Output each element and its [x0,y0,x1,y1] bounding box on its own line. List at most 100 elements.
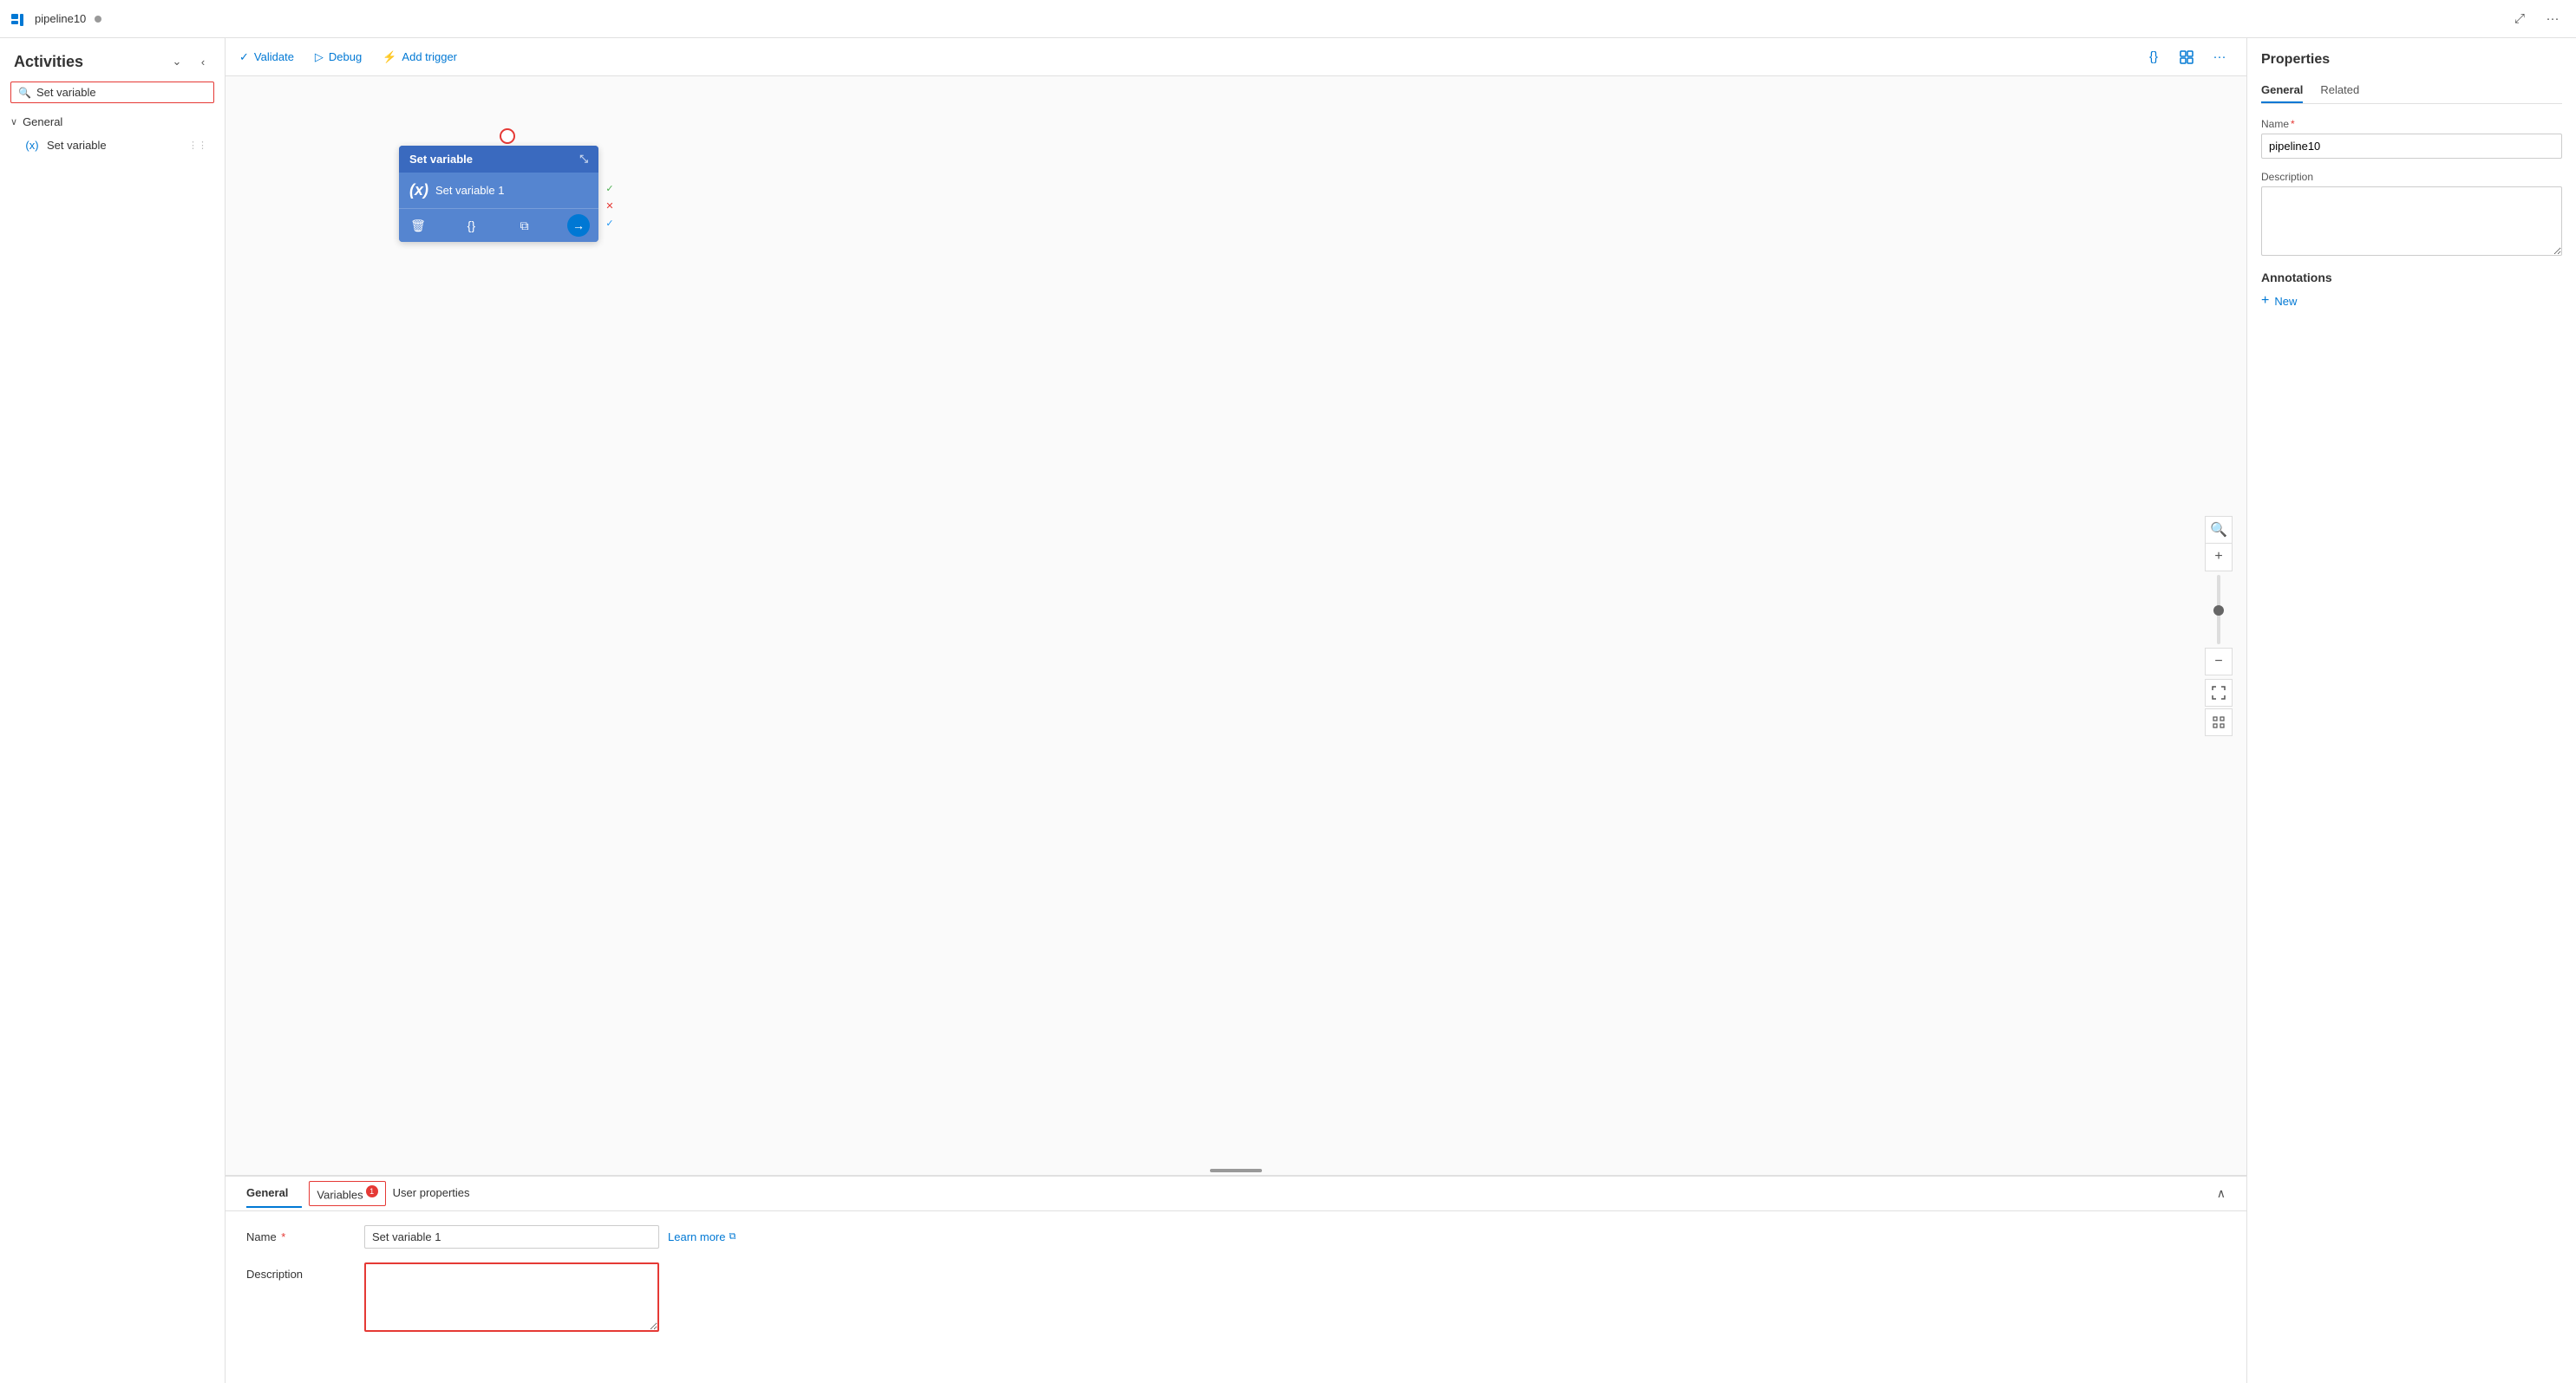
sidebar-header: Activities ⌄ ‹ [0,38,225,78]
node-body-label: Set variable 1 [435,184,505,197]
pipeline-name: pipeline10 [35,12,86,25]
more-toolbar-button[interactable]: ··· [2207,44,2233,70]
node-code-button[interactable]: {} [461,215,481,236]
debug-label: Debug [329,50,362,63]
sidebar-close-icon[interactable]: ‹ [192,50,214,73]
node-fail-icon[interactable]: ✕ [602,198,618,213]
bottom-content: Name * Learn more ⧉ Description [226,1211,2246,1346]
props-name-label: Name * [2261,118,2562,130]
sidebar-title: Activities [14,53,83,71]
grid-icon [2213,716,2225,728]
node-footer: 🗑 {} ⧉ → [399,208,598,242]
list-item[interactable]: (x) Set variable ⋮⋮ [3,134,221,157]
search-canvas-button[interactable]: 🔍 [2205,516,2233,544]
fit-icon [2212,686,2226,700]
zoom-in-button[interactable]: + [2205,544,2233,571]
tab-general-label: General [246,1186,288,1199]
logo-icon [10,10,29,29]
props-name-required: * [2291,118,2295,130]
canvas-controls: 🔍 + − [2205,516,2233,736]
sidebar: Activities ⌄ ‹ 🔍 ∨ General (x) Set varia… [0,38,226,1383]
collapse-icon[interactable]: ⌄ [166,50,188,73]
description-form-row: Description [246,1262,2226,1332]
expand-button[interactable]: ⤢ [2507,6,2533,32]
props-description-field: Description [2261,171,2562,258]
description-label-text: Description [246,1268,303,1281]
json-button[interactable]: {} [2141,44,2167,70]
drag-handle-icon: ⋮⋮ [188,140,207,151]
node-arrow-button[interactable]: → [567,214,590,237]
description-textarea[interactable] [364,1262,659,1332]
props-tab-related-label: Related [2320,83,2359,96]
props-annotations-title: Annotations [2261,271,2562,284]
tab-variables[interactable]: Variables1 [309,1181,385,1205]
props-name-input[interactable] [2261,134,2562,159]
canvas[interactable]: Set variable ⤡ (x) Set variable 1 🗑 {} ⧉… [226,76,2246,1175]
learn-more-label: Learn more [668,1230,725,1243]
main-layout: Activities ⌄ ‹ 🔍 ∨ General (x) Set varia… [0,38,2576,1383]
sidebar-header-icons: ⌄ ‹ [166,50,214,73]
props-name-label-text: Name [2261,118,2289,130]
node-resize-icon: ⤡ [579,153,588,166]
toolbar-right-icons: {} ··· [2141,44,2233,70]
add-annotation-label: New [2274,295,2297,308]
canvas-area: ✓ Validate ▷ Debug ⚡ Add trigger {} [226,38,2246,1383]
validate-button[interactable]: ✓ Validate [239,50,294,64]
name-input[interactable] [364,1225,659,1249]
node-body: (x) Set variable 1 [399,173,598,208]
name-form-row: Name * Learn more ⧉ [246,1225,2226,1249]
props-description-label-text: Description [2261,171,2313,183]
trigger-icon: ⚡ [382,50,396,64]
canvas-resize-handle[interactable] [1210,1169,1262,1172]
node-skip-icon[interactable]: ✓ [602,215,618,231]
props-tab-related[interactable]: Related [2320,78,2359,103]
set-variable-label: Set variable [47,139,107,152]
debug-icon: ▷ [315,50,324,64]
activity-node[interactable]: Set variable ⤡ (x) Set variable 1 🗑 {} ⧉… [399,146,598,242]
description-form-label: Description [246,1262,350,1281]
props-tab-general[interactable]: General [2261,78,2303,103]
search-input[interactable] [36,86,206,99]
logo-area: pipeline10 [10,10,101,29]
props-description-textarea[interactable] [2261,186,2562,256]
variables-badge: 1 [366,1185,378,1197]
add-trigger-button[interactable]: ⚡ Add trigger [382,50,457,64]
node-header-label: Set variable [409,153,473,166]
tab-general[interactable]: General [246,1179,302,1208]
props-tab-general-label: General [2261,83,2303,96]
layout-icon [2180,50,2194,64]
learn-more-link[interactable]: Learn more ⧉ [668,1230,736,1243]
add-annotation-button[interactable]: + New [2261,293,2562,309]
node-copy-button[interactable]: ⧉ [514,215,535,236]
layout-button[interactable] [2174,44,2200,70]
grid-button[interactable] [2205,708,2233,736]
description-input-area [364,1262,2226,1332]
external-link-icon: ⧉ [729,1231,736,1243]
name-required-star: * [278,1230,286,1243]
collapse-panel-button[interactable]: ∧ [2217,1186,2226,1201]
props-description-label: Description [2261,171,2562,183]
name-input-area: Learn more ⧉ [364,1225,2226,1249]
properties-title: Properties [2261,52,2562,68]
node-actions: ✓ ✕ ✓ [602,180,618,231]
chevron-down-icon: ∨ [10,116,17,127]
connector-circle [500,128,515,144]
node-delete-button[interactable]: 🗑 [408,215,428,236]
tab-user-properties[interactable]: User properties [393,1179,484,1208]
validate-icon: ✓ [239,50,249,64]
search-icon: 🔍 [18,87,31,99]
zoom-slider-thumb[interactable] [2213,605,2224,616]
top-bar: pipeline10 ⤢ ··· [0,0,2576,38]
more-options-button[interactable]: ··· [2540,6,2566,32]
properties-panel: Properties General Related Name * Descri… [2246,38,2576,1383]
debug-button[interactable]: ▷ Debug [315,50,362,64]
zoom-out-button[interactable]: − [2205,648,2233,675]
properties-tabs: General Related [2261,78,2562,104]
search-box: 🔍 [10,82,214,103]
node-success-icon[interactable]: ✓ [602,180,618,196]
section-general[interactable]: ∨ General [0,110,225,134]
node-var-icon: (x) [409,181,428,199]
validate-label: Validate [254,50,294,63]
plus-icon: + [2261,293,2269,309]
fit-canvas-button[interactable] [2205,679,2233,707]
